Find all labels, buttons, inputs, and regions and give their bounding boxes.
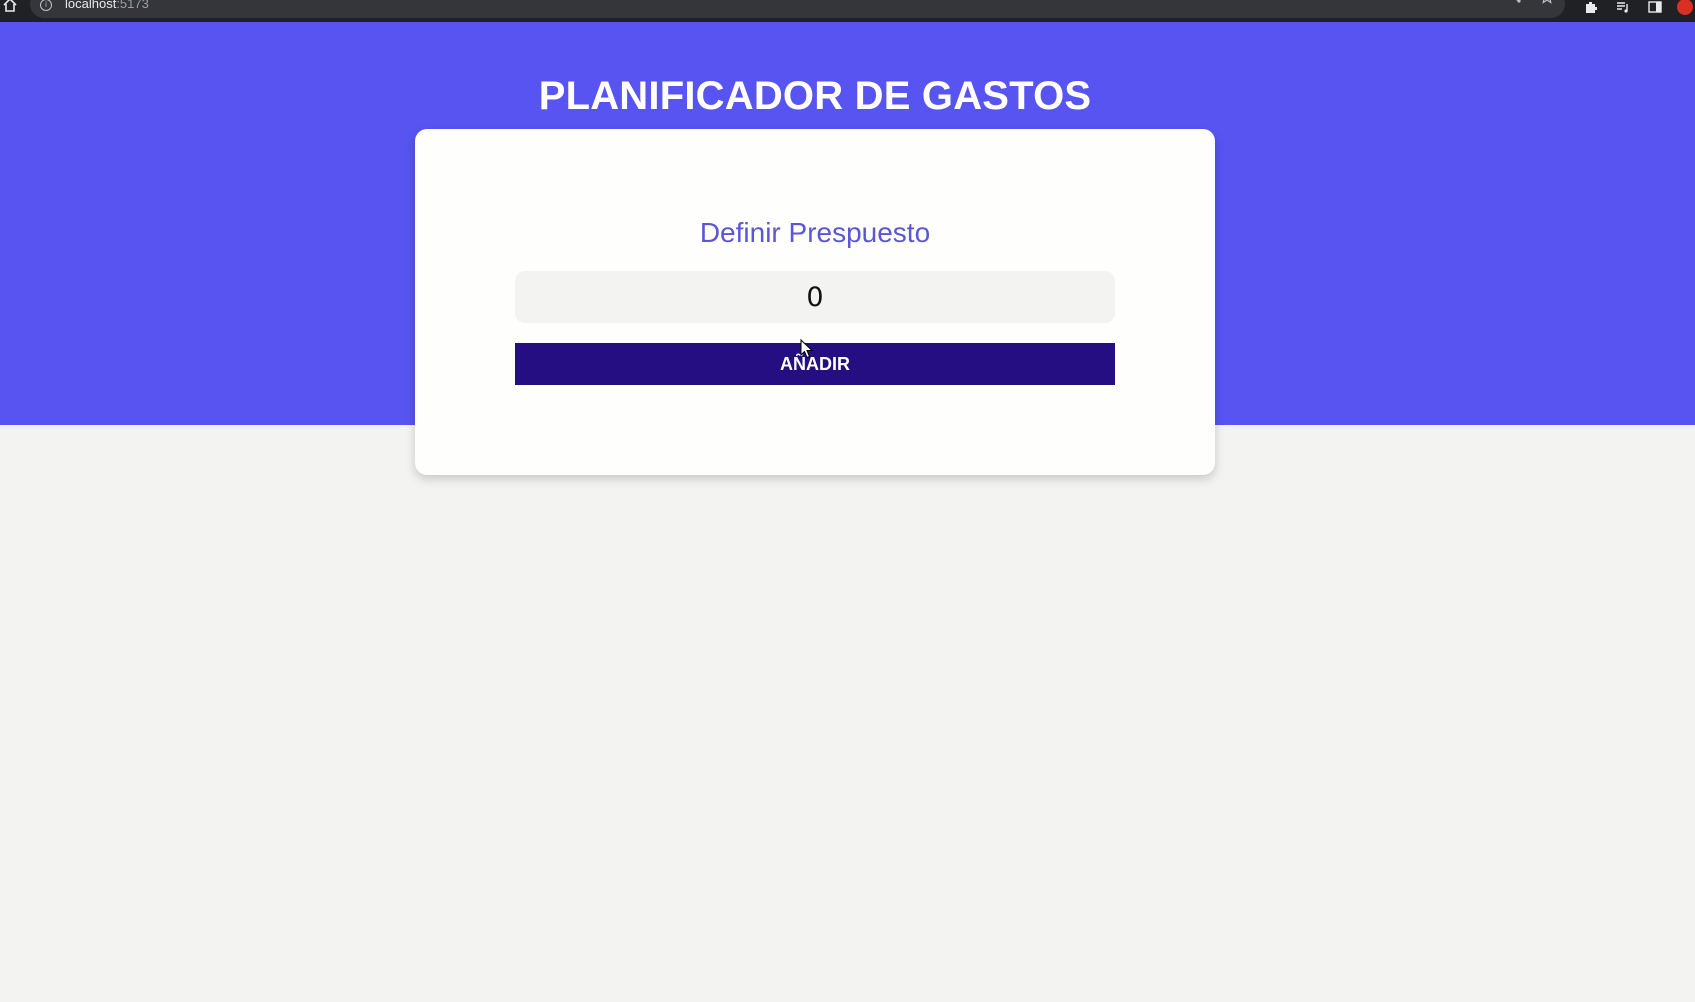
share-icon[interactable] — [1507, 0, 1523, 4]
budget-label: Definir Prespuesto — [699, 217, 931, 248]
info-icon[interactable]: i — [40, 0, 52, 11]
budget-card: Definir Prespuesto AÑADIR — [415, 129, 1215, 475]
url-port: :5173 — [116, 0, 149, 11]
browser-toolbar: i localhost:5173 — [0, 0, 1695, 22]
sidepanel-icon[interactable] — [1647, 0, 1663, 14]
budget-input[interactable] — [515, 271, 1115, 323]
home-icon[interactable] — [2, 0, 18, 12]
add-button[interactable]: AÑADIR — [515, 343, 1115, 385]
avatar-icon[interactable] — [1677, 0, 1693, 15]
extensions-icon[interactable] — [1583, 0, 1599, 14]
url-text: localhost:5173 — [65, 0, 149, 11]
url-host: localhost — [65, 0, 117, 11]
address-bar[interactable]: i localhost:5173 — [30, 0, 1565, 18]
media-icon[interactable] — [1615, 0, 1631, 14]
star-icon[interactable] — [1539, 0, 1555, 4]
page-title: PLANIFICADOR DE GASTOS — [538, 74, 1092, 118]
address-bar-actions — [1491, 0, 1555, 4]
toolbar-actions — [1567, 0, 1695, 15]
